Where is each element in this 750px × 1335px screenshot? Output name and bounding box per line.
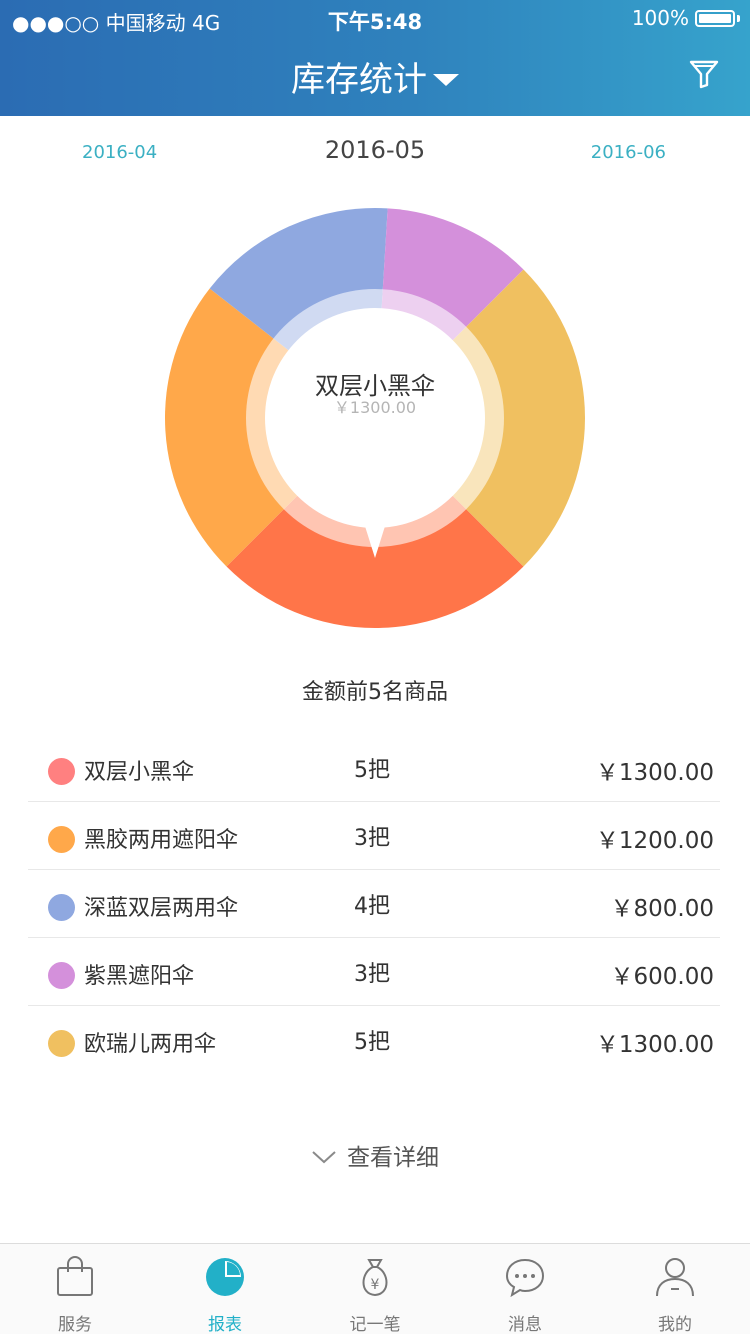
tab-label: 记一笔 xyxy=(349,1315,401,1335)
product-name: 双层小黑伞 xyxy=(84,760,195,785)
tab-messages[interactable]: 消息 xyxy=(450,1244,600,1335)
product-amount: ￥800.00 xyxy=(610,896,714,922)
legend-dot-icon xyxy=(48,894,75,921)
product-amount: ￥1300.00 xyxy=(595,1032,714,1058)
product-quantity: 3把 xyxy=(354,962,390,987)
tab-add-record[interactable]: ¥ 记一笔 xyxy=(300,1244,450,1335)
shopping-bag-icon xyxy=(57,1256,93,1296)
page-title: 库存统计 xyxy=(291,60,427,100)
product-name: 紫黑遮阳伞 xyxy=(84,964,195,989)
battery-indicator: 100% xyxy=(632,6,740,30)
legend-dot-icon xyxy=(48,758,75,785)
product-quantity: 5把 xyxy=(354,758,390,783)
bottom-tab-bar: 服务 报表 ¥ 记一笔 消息 我的 xyxy=(0,1243,750,1335)
legend-dot-icon xyxy=(48,1030,75,1057)
list-item[interactable]: 黑胶两用遮阳伞 3把 ￥1200.00 xyxy=(28,802,720,870)
tab-label: 报表 xyxy=(208,1315,242,1335)
tab-label: 我的 xyxy=(658,1315,692,1335)
filter-icon[interactable] xyxy=(686,56,722,92)
view-details-label: 查看详细 xyxy=(347,1145,439,1171)
product-quantity: 4把 xyxy=(354,894,390,919)
product-amount: ￥1200.00 xyxy=(595,828,714,854)
month-selector: 2016-04 2016-05 2016-06 xyxy=(0,136,750,166)
product-name: 黑胶两用遮阳伞 xyxy=(84,828,239,853)
chart-caption: 金额前5名商品 xyxy=(302,680,448,705)
product-list: 双层小黑伞 5把 ￥1300.00 黑胶两用遮阳伞 3把 ￥1200.00 深蓝… xyxy=(28,734,720,1073)
chat-bubble-icon xyxy=(505,1258,545,1298)
chevron-down-icon xyxy=(312,1150,336,1163)
person-icon xyxy=(656,1258,694,1297)
tab-mine[interactable]: 我的 xyxy=(600,1244,750,1335)
list-item[interactable]: 欧瑞儿两用伞 5把 ￥1300.00 xyxy=(28,1006,720,1073)
status-bar: ●●●○○ 中国移动 4G 下午5:48 100% xyxy=(0,0,750,38)
list-item[interactable]: 深蓝双层两用伞 4把 ￥800.00 xyxy=(28,870,720,938)
tab-label: 消息 xyxy=(508,1315,542,1335)
legend-dot-icon xyxy=(48,962,75,989)
donut-chart[interactable] xyxy=(150,193,600,643)
app-header: ●●●○○ 中国移动 4G 下午5:48 100% 库存统计 xyxy=(0,0,750,116)
selected-product-amount: ￥1300.00 xyxy=(333,398,417,417)
tab-label: 服务 xyxy=(58,1315,92,1335)
list-item[interactable]: 紫黑遮阳伞 3把 ￥600.00 xyxy=(28,938,720,1006)
battery-percent: 100% xyxy=(631,6,689,30)
product-amount: ￥1300.00 xyxy=(595,760,714,786)
pie-chart-icon xyxy=(206,1258,244,1296)
center-disc xyxy=(265,308,485,528)
product-name: 深蓝双层两用伞 xyxy=(84,896,239,921)
money-bag-icon: ¥ xyxy=(362,1259,388,1297)
page-title-dropdown[interactable]: 库存统计 xyxy=(0,52,750,101)
caret-down-icon xyxy=(433,73,459,86)
product-quantity: 5把 xyxy=(354,1030,390,1055)
battery-icon xyxy=(695,9,735,27)
product-amount: ￥600.00 xyxy=(610,964,714,990)
svg-text:¥: ¥ xyxy=(371,1277,380,1293)
legend-dot-icon xyxy=(48,826,75,853)
tab-reports[interactable]: 报表 xyxy=(150,1244,300,1335)
view-details-link[interactable]: 查看详细 xyxy=(0,1138,750,1172)
product-name: 欧瑞儿两用伞 xyxy=(84,1032,217,1057)
tab-service[interactable]: 服务 xyxy=(0,1244,150,1335)
product-quantity: 3把 xyxy=(354,826,390,851)
list-item[interactable]: 双层小黑伞 5把 ￥1300.00 xyxy=(28,734,720,802)
next-month[interactable]: 2016-06 xyxy=(591,142,666,163)
